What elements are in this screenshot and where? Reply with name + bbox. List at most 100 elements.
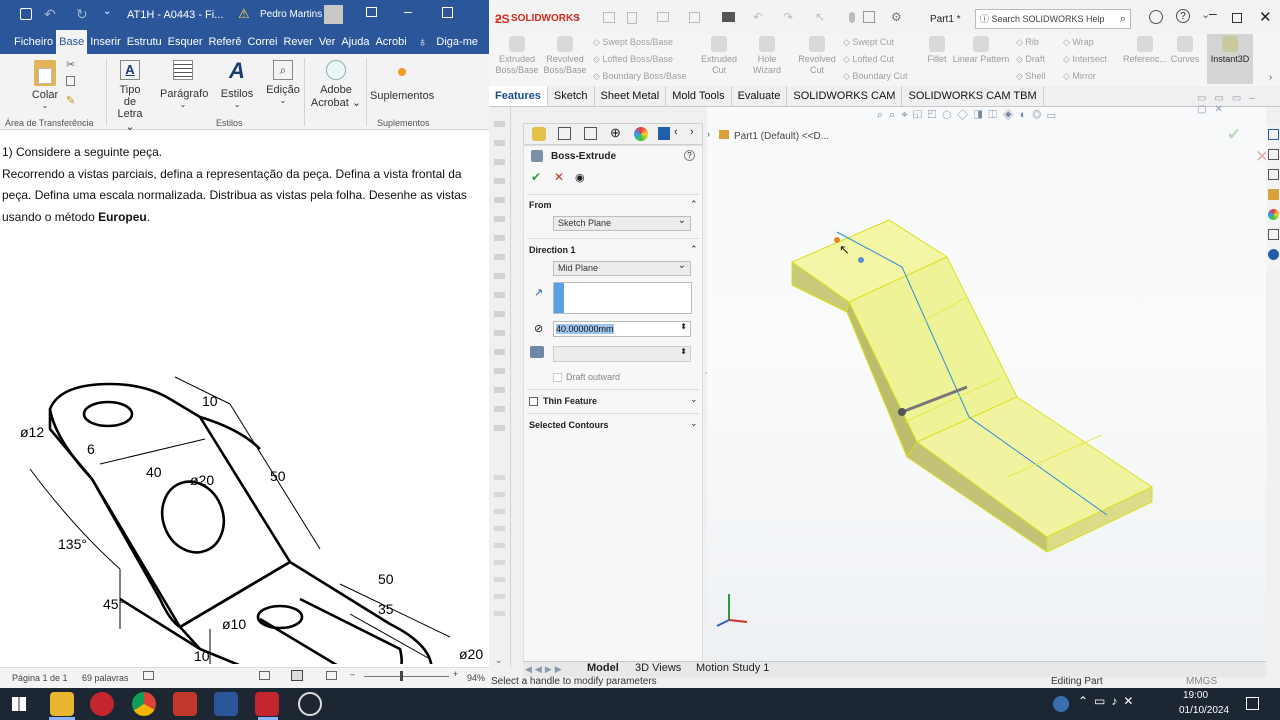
tab-inserir[interactable]: Inserir	[87, 30, 124, 54]
status-units[interactable]: MMGS	[1186, 676, 1217, 687]
lofted-cut-button[interactable]: ◇ Lofted Cut	[843, 54, 894, 65]
tab-base[interactable]: Base	[56, 30, 88, 54]
paste-button[interactable]: Colar ⌄	[30, 58, 60, 110]
word-icon[interactable]	[214, 692, 238, 716]
direction-selection-box[interactable]	[553, 282, 692, 314]
draft-button[interactable]: ◇ Draft	[1016, 54, 1045, 65]
thin-feature-expand-icon[interactable]: ⌄	[690, 394, 698, 405]
powerpoint-icon[interactable]	[90, 692, 114, 716]
styles-button[interactable]: A Estilos ⌄	[218, 58, 256, 109]
help-search-field[interactable]: ⓘ Search SOLIDWORKS Help ⌕	[975, 9, 1131, 29]
selected-contours-expand-icon[interactable]: ⌄	[690, 418, 698, 429]
rib-button[interactable]: ◇ Rib	[1016, 37, 1039, 48]
wrap-button[interactable]: ◇ Wrap	[1063, 37, 1094, 48]
adobe-acrobat-button[interactable]: Adobe Acrobat ⌄	[310, 58, 362, 109]
tab-esquema[interactable]: Esquer	[165, 30, 206, 54]
save-icon[interactable]	[20, 8, 32, 20]
undo-icon[interactable]: ↶	[44, 6, 56, 23]
minimize-icon[interactable]: –	[404, 3, 412, 19]
extruded-cut-button[interactable]: Extruded Cut	[697, 36, 741, 76]
heads-up-view-toolbar[interactable]: ⌕⌕⌖◱◰⬡◇◨◫◈◐◎▭	[877, 109, 1127, 123]
copy-icon[interactable]	[66, 76, 75, 86]
windows-start-icon[interactable]	[12, 697, 26, 711]
tabs-scroll-left-icon[interactable]: ‹	[674, 126, 678, 138]
notifications-icon[interactable]	[1246, 697, 1259, 710]
tab-acrobat[interactable]: Acrobi	[372, 30, 409, 54]
tab-scroll-icons[interactable]: ◀◀▶▶	[525, 664, 565, 675]
clock-date[interactable]: 01/10/2024	[1179, 705, 1229, 716]
dimxpert-tab-icon[interactable]: ⊕	[610, 125, 621, 141]
home-icon[interactable]	[603, 12, 615, 23]
feature-icons-strip[interactable]	[494, 113, 505, 433]
help-icon[interactable]: ?	[684, 150, 695, 161]
tab-rever[interactable]: Rever	[280, 30, 315, 54]
confirm-corner-ok-icon[interactable]: ✔	[1227, 125, 1241, 145]
zoom-slider-thumb[interactable]	[400, 671, 403, 681]
revolved-cut-button[interactable]: Revolved Cut	[795, 36, 839, 76]
help-question-icon[interactable]: ?	[1176, 9, 1190, 23]
zoom-level[interactable]: 94%	[467, 673, 485, 683]
tab-sheet-metal[interactable]: Sheet Metal	[595, 86, 667, 106]
reference-geometry-button[interactable]: Referenc...	[1123, 36, 1167, 65]
avatar[interactable]	[324, 5, 343, 24]
tab-features[interactable]: Features	[489, 86, 548, 106]
swept-boss-button[interactable]: ◇ Swept Boss/Base	[593, 37, 673, 48]
editing-button[interactable]: ⌕ Edição ⌄	[264, 58, 302, 105]
clock-time[interactable]: 19:00	[1183, 690, 1208, 701]
tab-3d-views[interactable]: 3D Views	[635, 662, 681, 674]
autodesk-icon[interactable]	[173, 692, 197, 716]
open-icon[interactable]	[657, 12, 669, 22]
addins-button[interactable]: Suplementos	[370, 58, 434, 102]
linear-pattern-button[interactable]: Linear Pattern	[951, 36, 1011, 65]
cut-icon[interactable]: ✂	[66, 58, 75, 71]
tab-evaluate[interactable]: Evaluate	[732, 86, 788, 106]
tab-ajuda[interactable]: Ajuda	[338, 30, 372, 54]
word-count[interactable]: 69 palavras	[82, 673, 129, 683]
tab-ver[interactable]: Ver	[316, 30, 339, 54]
tab-estrutura[interactable]: Estrutu	[124, 30, 165, 54]
menu-expand-icon[interactable]: ›	[576, 12, 579, 23]
graphics-area[interactable]: › Part1 (Default) <<D... ⌕⌕⌖◱◰⬡◇◨◫◈◐◎▭ ▭…	[707, 93, 1269, 661]
solidworks-forum-tab-icon[interactable]	[1268, 249, 1279, 260]
sketch-icons-strip[interactable]	[494, 467, 505, 627]
preview-icon[interactable]: ◉	[575, 171, 585, 184]
read-mode-icon[interactable]	[259, 671, 270, 680]
tab-sketch[interactable]: Sketch	[548, 86, 595, 106]
solidworks-taskbar-icon[interactable]	[255, 692, 279, 716]
boundary-cut-button[interactable]: ◇ Boundary Cut	[843, 71, 907, 82]
depth-input[interactable]: 40.000000mm ⬍	[553, 321, 691, 337]
draft-outward-checkbox[interactable]	[553, 373, 562, 382]
file-explorer-tab-icon[interactable]	[1268, 189, 1279, 200]
options-icon[interactable]: ⚙	[891, 10, 902, 24]
system-tray-icons[interactable]: ⌃▭♪✕	[1078, 694, 1139, 708]
side-toolbar-expand-icon[interactable]: ⌄	[495, 655, 503, 666]
swept-cut-button[interactable]: ◇ Swept Cut	[843, 37, 894, 48]
design-library-tab-icon[interactable]	[1268, 169, 1279, 180]
home-tab-icon[interactable]	[1268, 129, 1279, 140]
viewport-window-controls[interactable]: ▭▭▭–▢✕	[1197, 93, 1266, 115]
font-button[interactable]: A Tipo de Letra ⌄	[112, 58, 148, 133]
extruded-boss-button[interactable]: Extruded Boss/Base	[495, 36, 539, 76]
undo-icon[interactable]: ↶	[753, 10, 763, 24]
ok-icon[interactable]: ✔	[531, 170, 541, 184]
zoom-out-icon[interactable]: –	[350, 669, 355, 679]
display-manager-tab-icon[interactable]	[634, 127, 648, 141]
web-layout-icon[interactable]	[326, 671, 337, 680]
document-page[interactable]: 1) Considere a seguinte peça. Recorrendo…	[0, 131, 489, 667]
draft-spinner-icon[interactable]: ⬍	[680, 347, 687, 356]
format-painter-icon[interactable]: ✎	[66, 94, 75, 107]
help-tray-icon[interactable]	[1053, 696, 1069, 712]
reverse-direction-icon[interactable]: ↗	[534, 286, 543, 299]
sw-maximize-icon[interactable]	[1232, 13, 1242, 23]
obs-icon[interactable]	[298, 692, 322, 716]
tab-mold-tools[interactable]: Mold Tools	[666, 86, 732, 106]
direction1-collapse-icon[interactable]: ⌃	[690, 244, 698, 255]
lofted-boss-button[interactable]: ◇ Lofted Boss/Base	[593, 54, 673, 65]
tabs-scroll-right-icon[interactable]: ›	[690, 126, 694, 138]
paragraph-button[interactable]: Parágrafo ⌄	[160, 58, 208, 109]
print-icon[interactable]	[722, 12, 735, 22]
intersect-button[interactable]: ◇ Intersect	[1063, 54, 1107, 65]
redo-icon[interactable]: ↷	[783, 10, 793, 24]
shell-button[interactable]: ◇ Shell	[1016, 71, 1045, 82]
zoom-slider[interactable]	[364, 676, 449, 677]
